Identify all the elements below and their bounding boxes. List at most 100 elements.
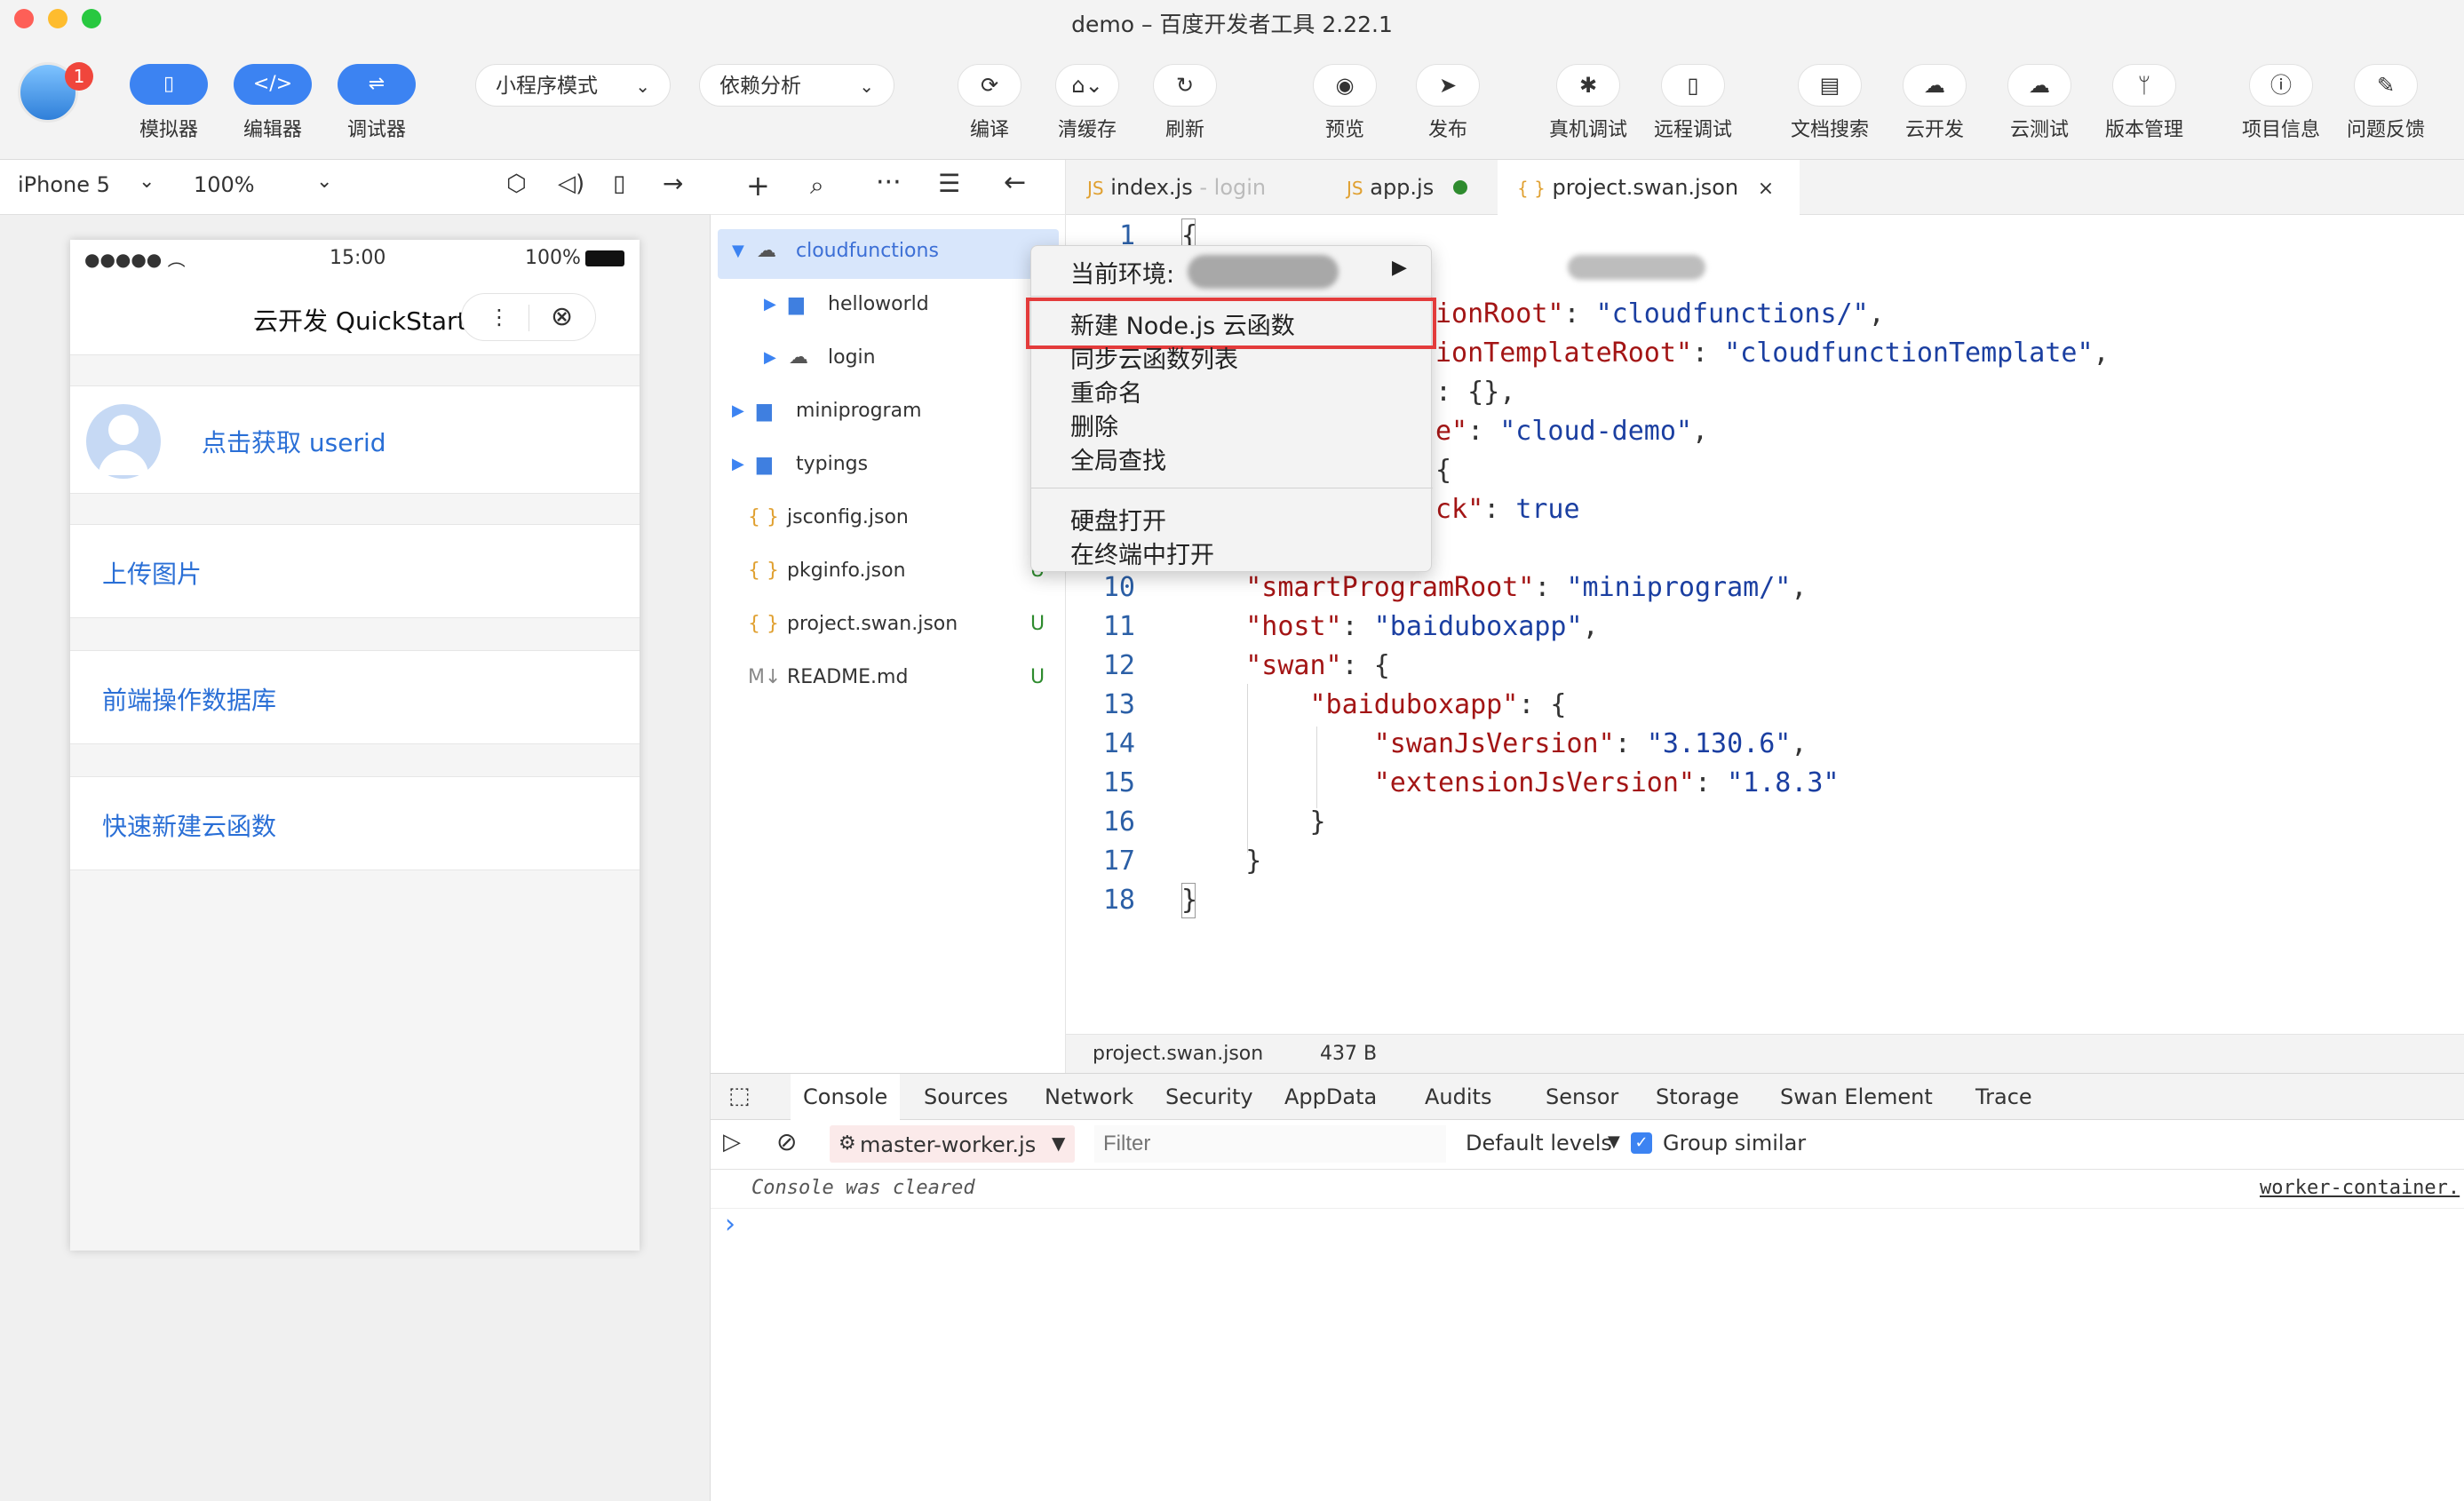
chevron-down-icon[interactable]: ⌄ (139, 171, 155, 193)
devtools-tab-trace[interactable]: Trace (1975, 1074, 2032, 1120)
tree-item-typings[interactable]: ▶ ▆ typings (718, 442, 1059, 492)
search-icon[interactable]: ⌕ (810, 171, 824, 201)
chevron-right-icon[interactable]: ▶ (764, 348, 776, 367)
levels-select[interactable]: Default levels (1466, 1131, 1612, 1156)
tree-item-jsconfig.json[interactable]: { } jsconfig.json (718, 496, 1059, 545)
编译-button[interactable]: ⟳ (958, 64, 1021, 107)
arrow-left-icon[interactable]: ← (1004, 167, 1026, 198)
devtools-tab-sources[interactable]: Sources (924, 1074, 1008, 1120)
tree-item-helloworld[interactable]: ▶ ▆ helloworld (718, 282, 1059, 332)
发布-button[interactable]: ➤ (1416, 64, 1480, 107)
arrow-right-icon[interactable]: → (663, 169, 683, 198)
tab-app-js[interactable]: JS app.js (1347, 160, 1506, 215)
list-item[interactable]: 快速新建云函数 (70, 776, 640, 870)
add-icon[interactable]: + (746, 169, 770, 203)
问题反馈-button[interactable]: ✎ (2354, 64, 2418, 107)
menu-item[interactable]: 在终端中打开 (1070, 536, 1214, 570)
toolbar-label: 远程调试 (1653, 119, 1732, 141)
版本管理-button[interactable]: ᛘ (2112, 64, 2176, 107)
console-prompt[interactable]: › (725, 1209, 735, 1240)
close-circle-icon[interactable]: ⊗ (551, 301, 573, 332)
chevron-down-icon[interactable]: ▼ (732, 242, 744, 260)
filter-input[interactable] (1094, 1125, 1446, 1163)
notification-badge: 1 (65, 62, 93, 91)
menu-item[interactable]: 重命名 (1070, 374, 1142, 409)
文档搜索-button[interactable]: ▤ (1798, 64, 1862, 107)
menu-item[interactable]: 新建 Node.js 云函数 (1070, 306, 1295, 341)
userid-row[interactable]: 点击获取 userid (70, 385, 640, 494)
devtools-tab-storage[interactable]: Storage (1656, 1074, 1739, 1120)
triangle-down-icon[interactable]: ▼ (1608, 1132, 1620, 1151)
menu-item[interactable]: 同步云函数列表 (1070, 340, 1238, 375)
tree-item-README.md[interactable]: M↓ README.md U (718, 655, 1059, 705)
checkbox-checked-icon[interactable]: ✓ (1631, 1132, 1652, 1154)
sidebar-toggle-icon[interactable]: ▷ (723, 1129, 741, 1156)
code-line: : {}, (1435, 377, 1516, 408)
tree-item-login[interactable]: ▶ ☁ login (718, 336, 1059, 385)
close-tab-icon[interactable]: × (1758, 178, 1774, 200)
devtools-tab-console[interactable]: Console (791, 1074, 901, 1120)
inspect-icon[interactable]: ⬚ (728, 1083, 751, 1109)
cube-icon[interactable]: ⬡ (506, 171, 527, 197)
devtools-tab-swan-element[interactable]: Swan Element (1780, 1074, 1933, 1120)
file-explorer: + ⌕ ··· ☰ ← ▼ ☁ cloudfunctions ▶ ▆ helloworld… (711, 160, 1066, 1073)
speaker-icon[interactable]: ◁) (558, 171, 584, 197)
list-item[interactable]: 前端操作数据库 (70, 650, 640, 744)
chevron-down-icon[interactable]: ⌄ (316, 171, 332, 193)
context-select[interactable]: ⚙ master-worker.js ▼ (830, 1125, 1075, 1163)
list-item[interactable]: 上传图片 (70, 524, 640, 618)
devtools-tabs: ⬚ Console Sources Network Security AppData Au… (711, 1074, 2464, 1120)
menu-item[interactable]: 全局查找 (1070, 441, 1166, 476)
清缓存-button[interactable]: ⌂⌄ (1055, 64, 1119, 107)
tab-index-js[interactable]: JS index.js - login (1087, 160, 1318, 215)
devtools-tab-security[interactable]: Security (1165, 1074, 1253, 1120)
phone-status-bar: ●●●●● ︵ 15:00 100% (70, 240, 640, 275)
tab-project-swan-json[interactable]: { } project.swan.json × (1498, 160, 1800, 215)
get-userid-link[interactable]: 点击获取 userid (202, 424, 386, 459)
云测试-button[interactable]: ☁ (2007, 64, 2071, 107)
chevron-right-icon[interactable]: ▶ (732, 401, 744, 420)
zoom-select[interactable]: 100% (194, 172, 255, 197)
cloud-icon: ☁ (789, 346, 808, 369)
menu-item[interactable]: 硬盘打开 (1070, 502, 1166, 536)
battery-icon (585, 250, 624, 266)
menu-item[interactable]: 删除 (1070, 408, 1118, 442)
devtools-tab-appdata[interactable]: AppData (1284, 1074, 1377, 1120)
刷新-button[interactable]: ↻ (1153, 64, 1217, 107)
device-select[interactable]: iPhone 5 (18, 172, 110, 197)
mode-dropdown[interactable]: 小程序模式 ⌄ (475, 64, 671, 107)
toolbar-label: 真机调试 (1548, 119, 1627, 141)
云开发-button[interactable]: ☁ (1903, 64, 1967, 107)
submenu-arrow-icon[interactable]: ▶ (1392, 257, 1407, 279)
tree-item-project.swan.json[interactable]: { } project.swan.json U (718, 602, 1059, 652)
项目信息-button[interactable]: ⓘ (2249, 64, 2313, 107)
tree-item-label: README.md (787, 666, 909, 688)
console-source-link[interactable]: worker-container. (2260, 1177, 2460, 1199)
devtools-tab-network[interactable]: Network (1045, 1074, 1133, 1120)
devtools-tab-audits[interactable]: Audits (1425, 1074, 1491, 1120)
more-icon[interactable]: ⋮ (489, 305, 510, 330)
simulator-toggle-button[interactable]: ▯ (130, 64, 208, 105)
tab-label: app.js (1370, 175, 1435, 200)
chevron-right-icon[interactable]: ▶ (732, 455, 744, 473)
eye-icon: ◉ (1335, 73, 1355, 98)
rotate-icon[interactable]: ▯ (613, 171, 625, 197)
chevron-right-icon[interactable]: ▶ (764, 295, 776, 314)
真机调试-button[interactable]: ✱ (1556, 64, 1620, 107)
tree-item-label: miniprogram (796, 400, 922, 422)
more-horizontal-icon[interactable]: ··· (876, 167, 902, 198)
toolbar-label: 项目信息 (2241, 119, 2320, 141)
远程调试-button[interactable]: ▯ (1661, 64, 1725, 107)
collapse-icon[interactable]: ☰ (938, 169, 960, 198)
预览-button[interactable]: ◉ (1313, 64, 1377, 107)
analysis-dropdown[interactable]: 依赖分析 ⌄ (699, 64, 894, 107)
tree-item-pkginfo.json[interactable]: { }pkginfo.jsonU (718, 549, 1059, 599)
editor-toggle-button[interactable]: </> (234, 64, 312, 105)
group-similar-label: Group similar (1663, 1131, 1807, 1156)
tree-item-miniprogram[interactable]: ▶ ▆ miniprogram (718, 389, 1059, 439)
clear-console-icon[interactable]: ⊘ (776, 1127, 797, 1156)
devtools-tab-sensor[interactable]: Sensor (1546, 1074, 1618, 1120)
toolbar-label: 云开发 (1904, 119, 1964, 141)
debugger-toggle-button[interactable]: ⇌ (338, 64, 416, 105)
tree-item-cloudfunctions[interactable]: ▼ ☁ cloudfunctions (718, 229, 1059, 279)
